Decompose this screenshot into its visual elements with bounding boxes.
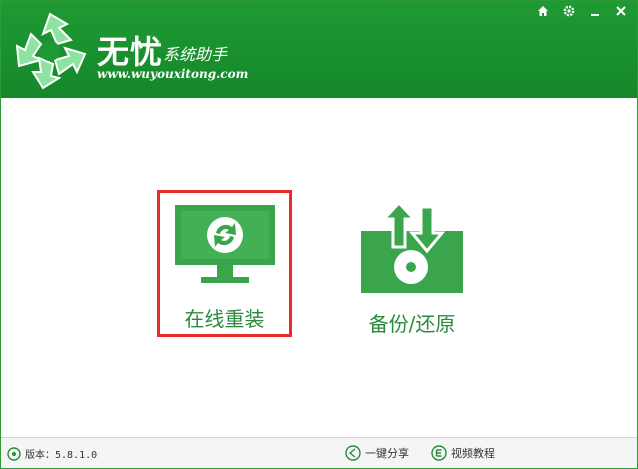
online-reinstall-button[interactable]: 在线重装 (157, 190, 292, 337)
share-icon (345, 445, 361, 461)
monitor-refresh-icon (175, 205, 275, 283)
header-banner: 无忧 系统助手 www.wuyouxitong.com (1, 1, 637, 98)
online-reinstall-label: 在线重装 (184, 307, 265, 331)
video-tutorial-label: 视频教程 (451, 447, 495, 460)
app-url: www.wuyouxitong.com (97, 67, 249, 81)
app-window: 无忧 系统助手 www.wuyouxitong.com 在线重装 备份/还原 版… (0, 0, 638, 469)
app-subtitle: 系统助手 (163, 45, 228, 64)
backup-restore-label: 备份/还原 (368, 312, 456, 336)
close-icon[interactable] (611, 3, 631, 19)
drive-backup-icon (361, 203, 463, 293)
window-controls (533, 3, 631, 19)
version-info: 版本：5.8.1.0 (7, 446, 97, 461)
video-tutorial-link[interactable]: 视频教程 (431, 445, 495, 461)
share-label: 一键分享 (365, 447, 409, 460)
recycle-logo-icon (15, 12, 87, 90)
backup-restore-button[interactable]: 备份/还原 (355, 197, 469, 337)
version-icon (7, 446, 21, 461)
share-link[interactable]: 一键分享 (345, 445, 409, 461)
minimize-icon[interactable] (585, 3, 605, 19)
gear-icon[interactable] (559, 3, 579, 19)
status-bar: 版本：5.8.1.0 一键分享 视频教程 (1, 437, 637, 468)
video-tutorial-icon (431, 445, 447, 461)
version-text: 版本：5.8.1.0 (25, 450, 98, 461)
home-icon[interactable] (533, 3, 553, 19)
